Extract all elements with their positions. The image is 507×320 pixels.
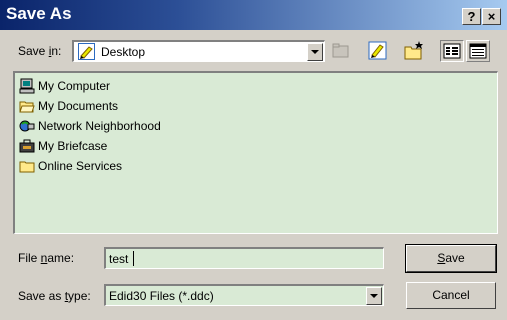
- save-as-type-dropdown[interactable]: Edid30 Files (*.ddc): [104, 284, 384, 306]
- details-view-icon: [467, 43, 489, 64]
- list-item-label: My Briefcase: [38, 139, 108, 153]
- file-list[interactable]: My Computer My Documents Network Neighbo…: [13, 71, 498, 234]
- network-icon: [19, 118, 35, 134]
- save-as-type-label: Save as type:: [18, 289, 91, 303]
- file-name-label: File name:: [18, 251, 75, 265]
- save-in-dropdown[interactable]: Desktop: [72, 40, 325, 62]
- file-name-value: test: [109, 252, 129, 266]
- save-as-type-value: Edid30 Files (*.ddc): [109, 289, 214, 303]
- text-cursor: [133, 251, 134, 266]
- save-as-dialog: Save As ? × Save in: Desktop My Computer…: [0, 0, 507, 320]
- close-button[interactable]: ×: [482, 8, 501, 25]
- window-title: Save As: [6, 4, 72, 23]
- details-view-button[interactable]: [466, 40, 490, 62]
- help-button[interactable]: ?: [462, 8, 481, 25]
- list-item-label: My Documents: [38, 99, 119, 113]
- up-one-level-icon: [329, 43, 353, 65]
- save-in-label: Save in:: [18, 44, 62, 58]
- file-name-input[interactable]: test: [104, 247, 384, 269]
- desktop-shortcut-button[interactable]: [366, 40, 390, 62]
- list-view-button[interactable]: [440, 40, 464, 62]
- folder-open-icon: [19, 98, 35, 114]
- desktop-icon: [78, 43, 95, 60]
- close-icon: ×: [487, 9, 496, 24]
- briefcase-icon: [19, 138, 35, 154]
- cancel-button[interactable]: Cancel: [406, 282, 496, 309]
- help-icon: ?: [467, 9, 476, 24]
- new-folder-button[interactable]: [402, 40, 426, 62]
- folder-icon: [19, 158, 35, 174]
- list-item-label: My Computer: [38, 79, 111, 93]
- chevron-down-icon[interactable]: [366, 287, 382, 305]
- list-item-label: Network Neighborhood: [38, 119, 161, 133]
- title-bar[interactable]: Save As ? ×: [0, 0, 507, 30]
- chevron-down-icon[interactable]: [307, 43, 323, 61]
- save-button[interactable]: Save: [405, 244, 497, 273]
- desktop-icon: [366, 41, 390, 65]
- computer-icon: [19, 78, 35, 94]
- list-item-label: Online Services: [38, 159, 123, 173]
- list-view-icon: [441, 43, 463, 64]
- new-folder-icon: [402, 41, 426, 65]
- save-in-value: Desktop: [101, 45, 146, 59]
- up-one-level-button[interactable]: [329, 40, 353, 62]
